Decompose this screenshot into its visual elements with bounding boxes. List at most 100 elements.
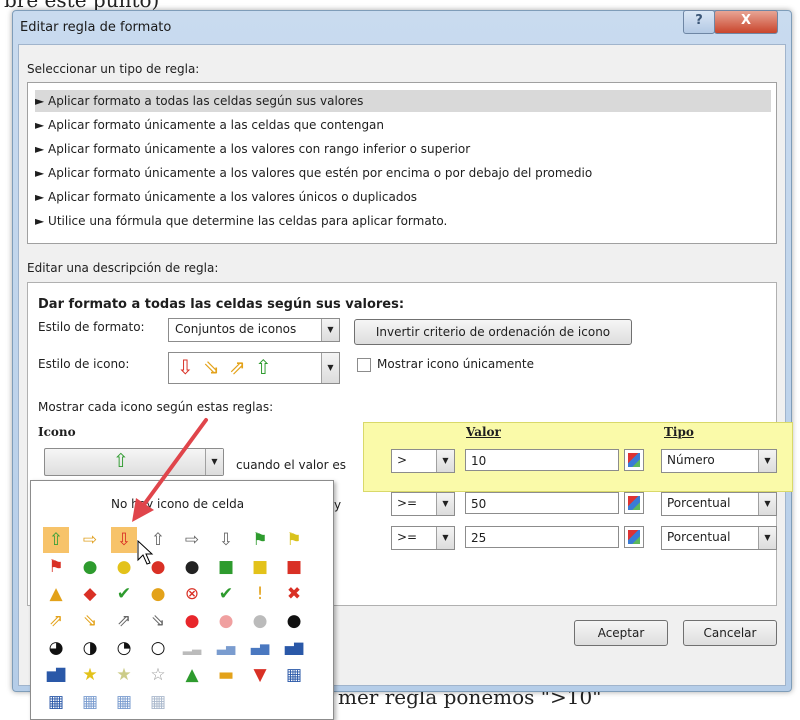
icon-set-option[interactable]: ◔ [111,635,137,661]
rule-type-label: Seleccionar un tipo de regla: [27,62,200,76]
icon-set-option[interactable]: ● [247,608,273,634]
icon-set-option[interactable]: ▦ [281,662,307,688]
rule1-operator-select[interactable]: > ▼ [391,449,455,473]
icon-set-option[interactable]: ▦ [43,689,69,715]
mouse-cursor-icon [137,540,154,565]
icon-set-option[interactable]: ▃▅ [213,635,239,661]
help-button[interactable]: ? [683,10,715,34]
icon-set-option[interactable]: ☆ [145,662,171,688]
chevron-down-icon: ▼ [758,527,776,549]
icon-set-option[interactable]: ◕ [43,635,69,661]
icon-set-option[interactable]: ⚑ [281,527,307,553]
dialog-title: Editar regla de formato [20,20,172,35]
rule-type-item[interactable]: ► Aplicar formato a todas las celdas seg… [35,90,771,112]
rule1-type: Número [667,453,715,467]
cell-reference-icon[interactable] [624,526,644,548]
arrow-down-icon: ⇩ [177,355,194,379]
rule2-operator: >= [397,496,418,510]
icon-set-option[interactable]: ⇩ [213,527,239,553]
type-column-header: Tipo [664,425,694,439]
icon-style-label: Estilo de icono: [38,357,130,371]
icon-set-option[interactable]: ● [213,608,239,634]
icon-set-option[interactable]: ⚑ [247,527,273,553]
chevron-down-icon: ▼ [758,493,776,515]
rule-type-item[interactable]: ► Aplicar formato únicamente a los valor… [35,186,771,208]
icon-set-option[interactable]: ▦ [111,689,137,715]
rule2-type-select[interactable]: Porcentual ▼ [661,492,777,516]
icon-set-option[interactable]: ⇗ [43,608,69,634]
icon-set-option[interactable]: ⚑ [43,554,69,580]
icon-set-option[interactable]: ✔ [111,581,137,607]
rule-type-list[interactable]: ► Aplicar formato a todas las celdas seg… [27,82,777,244]
cancel-button[interactable]: Cancelar [683,620,777,646]
icon-set-option[interactable]: ! [247,581,273,607]
icon-set-option[interactable]: ⇘ [77,608,103,634]
icon-set-option[interactable]: ▼ [247,662,273,688]
icon-set-option[interactable]: ▬ [213,662,239,688]
icon-set-option[interactable]: ■ [247,554,273,580]
icon-set-option[interactable]: ▲ [43,581,69,607]
icon-set-option[interactable]: ● [179,608,205,634]
icon-set-option[interactable]: ● [145,581,171,607]
icon-set-option[interactable]: ⊗ [179,581,205,607]
icon-set-option[interactable]: ■ [281,554,307,580]
rule1-type-select[interactable]: Número ▼ [661,449,777,473]
rule1-value-input[interactable]: 10 [465,449,619,471]
rule2-type: Porcentual [667,496,731,510]
icon-set-option[interactable]: ▲ [179,662,205,688]
rule-description-label: Editar una descripción de regla: [27,261,219,275]
chevron-down-icon: ▼ [436,450,454,472]
chevron-down-icon: ▼ [321,319,339,341]
rule-type-item[interactable]: ► Utilice una fórmula que determine las … [35,210,771,232]
icon-set-option[interactable]: ⇩ [111,527,137,553]
icon-set-option[interactable]: ⇨ [77,527,103,553]
icon-set-option[interactable]: ⇧ [43,527,69,553]
icon-set-option[interactable]: ⇨ [179,527,205,553]
icon-set-option[interactable]: ⇘ [145,608,171,634]
format-style-label: Estilo de formato: [38,320,145,334]
annotation-arrow-icon [132,418,208,522]
rule3-value-input[interactable]: 25 [465,526,619,548]
format-style-select[interactable]: Conjuntos de iconos ▼ [168,318,340,342]
icon-set-option[interactable]: ■ [213,554,239,580]
icon-set-option[interactable]: ○ [145,635,171,661]
icon-set-option[interactable]: ▂▃ [179,635,205,661]
icon-set-option[interactable]: ● [281,608,307,634]
rule-type-item[interactable]: ► Aplicar formato únicamente a los valor… [35,162,771,184]
rule1-condition-label: cuando el valor es [236,458,346,472]
close-button[interactable]: X [714,10,778,34]
invert-icon-order-button[interactable]: Invertir criterio de ordenación de icono [354,319,632,345]
chevron-down-icon: ▼ [436,493,454,515]
icon-style-select[interactable]: ⇩ ⇘ ⇗ ⇧ ▼ [168,352,340,384]
icon-set-option[interactable]: ◆ [77,581,103,607]
rule-type-item[interactable]: ► Aplicar formato únicamente a los valor… [35,138,771,160]
icon-column-header: Icono [38,425,76,439]
show-icon-only-checkbox[interactable] [357,358,371,372]
icon-set-option[interactable]: ▄▆ [247,635,273,661]
icon-set-option[interactable]: ★ [77,662,103,688]
icon-set-option[interactable]: ▦ [77,689,103,715]
icon-set-option[interactable]: ★ [111,662,137,688]
icon-set-option[interactable]: ▦ [145,689,171,715]
cell-reference-icon[interactable] [624,449,644,471]
icon-set-option[interactable]: ▆█ [43,662,69,688]
rule2-value-input[interactable]: 50 [465,492,619,514]
cell-reference-icon[interactable] [624,492,644,514]
accept-button[interactable]: Aceptar [574,620,668,646]
rule2-operator-select[interactable]: >= ▼ [391,492,455,516]
icon-set-option[interactable]: ▅▇ [281,635,307,661]
chevron-down-icon: ▼ [436,527,454,549]
rule3-operator-select[interactable]: >= ▼ [391,526,455,550]
icon-set-option[interactable]: ● [179,554,205,580]
rule3-type-select[interactable]: Porcentual ▼ [661,526,777,550]
icon-set-option[interactable]: ⇗ [111,608,137,634]
icon-set-option[interactable]: ● [111,554,137,580]
arrow-up-icon: ⇧ [255,355,272,379]
rule-type-item[interactable]: ► Aplicar formato únicamente a las celda… [35,114,771,136]
icon-set-option[interactable]: ✖ [281,581,307,607]
icon-set-option[interactable]: ✔ [213,581,239,607]
value-column-header: Valor [466,425,501,439]
icon-set-option[interactable]: ● [77,554,103,580]
icon-set-option[interactable]: ◑ [77,635,103,661]
rule1-operator: > [397,453,408,467]
